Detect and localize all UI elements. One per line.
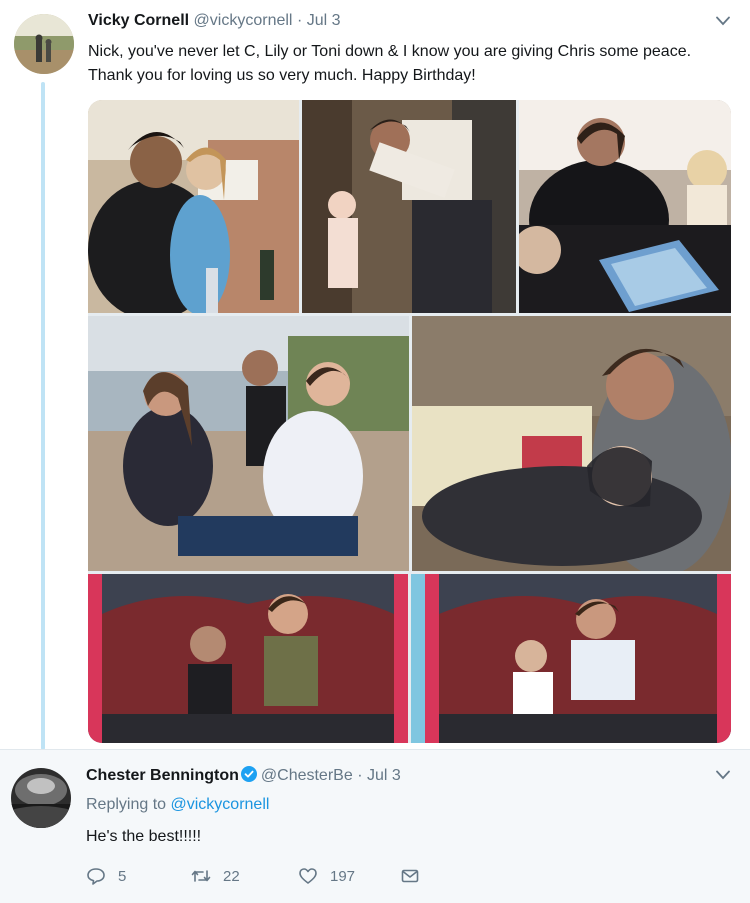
reply-text: He's the best!!!!!	[86, 828, 202, 845]
photo-2[interactable]	[302, 100, 516, 313]
like-icon	[299, 868, 317, 884]
photo-6[interactable]	[88, 574, 408, 743]
reply-icon	[87, 868, 105, 885]
tweet-reply[interactable]: Chester Bennington @ChesterBe · Jul 3 Rep…	[0, 749, 750, 903]
like-count: 197	[330, 867, 356, 885]
replying-to: Replying to @vickycornell	[86, 796, 269, 814]
author-name[interactable]: Vicky Cornell	[88, 12, 189, 29]
photo-3[interactable]	[519, 100, 731, 313]
separator-dot: ·	[357, 767, 363, 784]
reply-author-name[interactable]: Chester Bennington	[86, 767, 239, 784]
verified-badge-icon	[240, 766, 257, 782]
chevron-down-icon[interactable]	[716, 770, 730, 780]
photo-4[interactable]	[88, 316, 409, 571]
action-bar: 5 22 197	[86, 866, 546, 888]
tweet-header: Vicky Cornell @vickycornell · Jul 3	[88, 12, 341, 30]
photo-5[interactable]	[412, 316, 731, 571]
retweet-button[interactable]: 22	[191, 866, 240, 886]
tweet-main[interactable]: Vicky Cornell @vickycornell · Jul 3 Nick…	[0, 0, 750, 750]
separator-dot: ·	[296, 12, 303, 29]
reply-header: Chester Bennington @ChesterBe · Jul 3	[86, 766, 401, 785]
retweet-count: 22	[223, 867, 240, 885]
reply-count: 5	[118, 867, 127, 885]
photo-7[interactable]	[411, 574, 731, 743]
photo-grid	[88, 100, 731, 743]
thread-line	[41, 82, 45, 750]
retweet-icon	[191, 870, 211, 882]
avatar-vicky-cornell[interactable]	[14, 14, 74, 74]
replying-to-link[interactable]: @vickycornell	[171, 796, 270, 813]
reply-author-handle[interactable]: @ChesterBe	[261, 767, 353, 784]
author-handle[interactable]: @vickycornell	[194, 12, 293, 29]
direct-message-icon	[401, 869, 419, 883]
reply-date[interactable]: Jul 3	[367, 767, 401, 784]
chevron-down-icon[interactable]	[716, 16, 730, 26]
replying-prefix: Replying to	[86, 796, 167, 813]
direct-message-button[interactable]	[400, 866, 420, 886]
like-button[interactable]: 197	[298, 866, 355, 886]
reply-button[interactable]: 5	[86, 866, 126, 886]
avatar-chester-bennington[interactable]	[11, 768, 71, 828]
photo-1[interactable]	[88, 100, 299, 313]
tweet-date[interactable]: Jul 3	[307, 12, 341, 29]
tweet-text: Nick, you've never let C, Lily or Toni d…	[88, 43, 692, 84]
